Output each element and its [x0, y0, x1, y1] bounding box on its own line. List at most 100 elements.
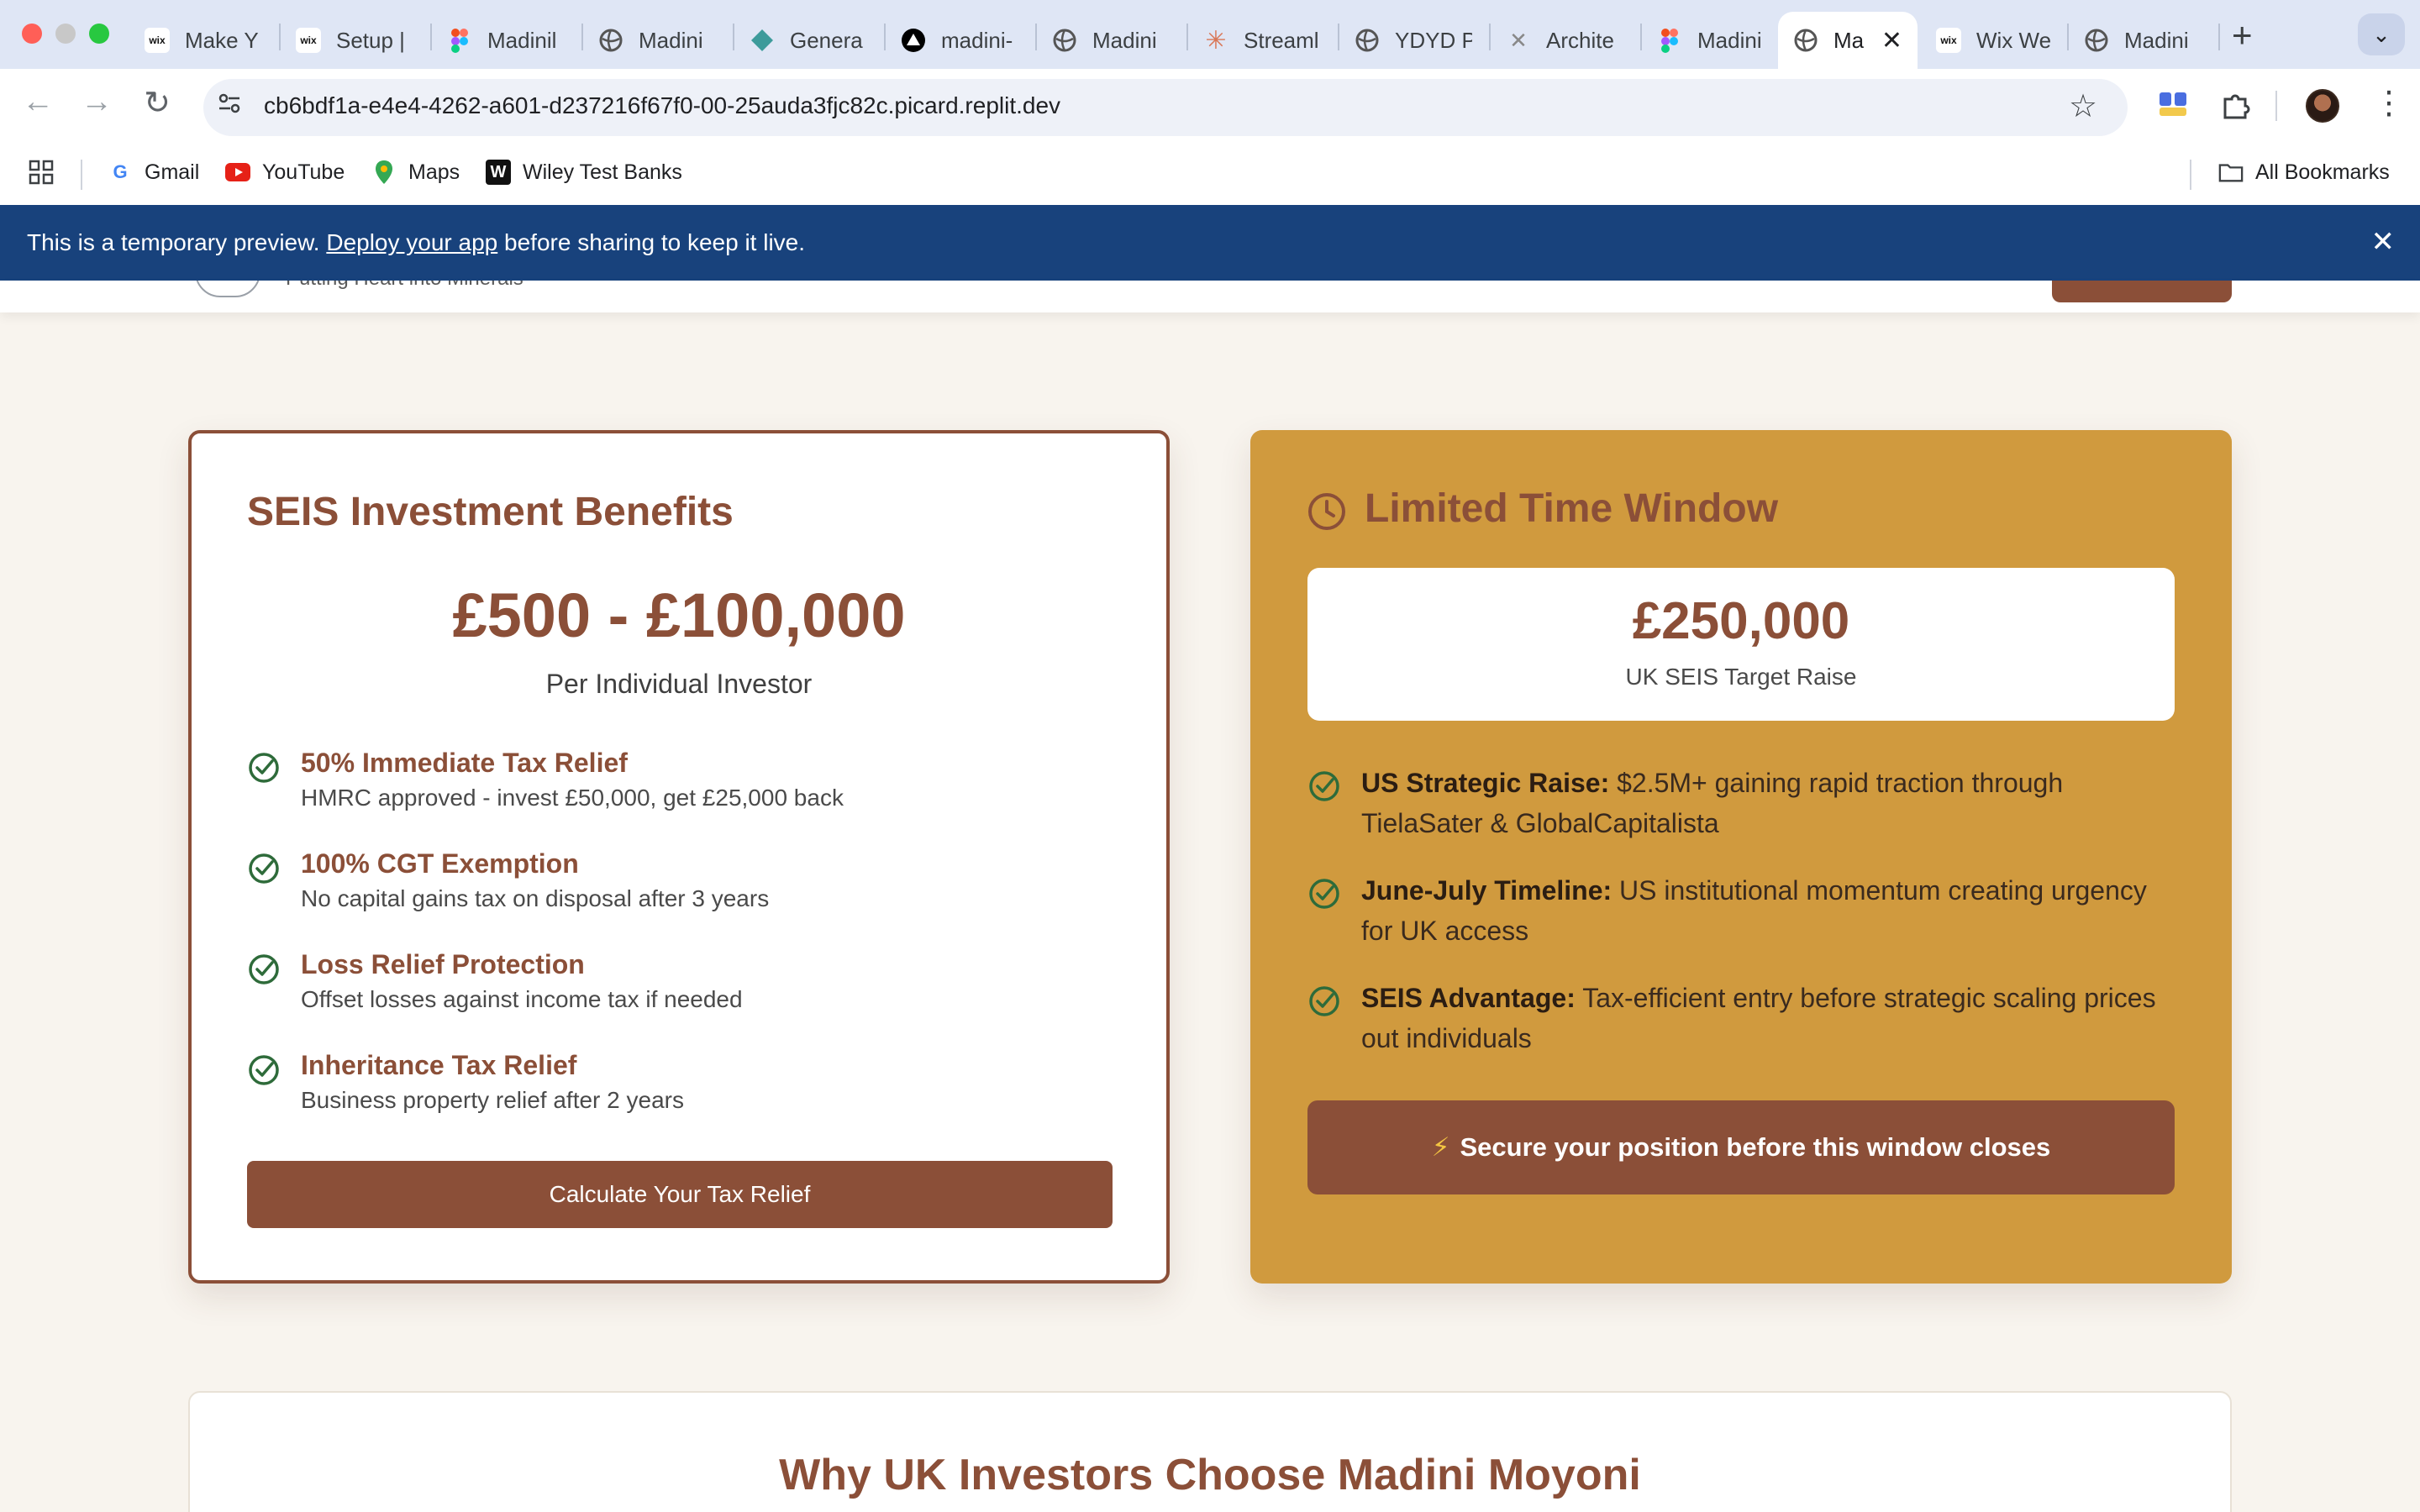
bookmark-star-icon[interactable]: ☆ — [2069, 87, 2097, 125]
browser-tab[interactable]: ✳ Streaml — [1188, 12, 1336, 69]
banner-text-prefix: This is a temporary preview. — [27, 229, 327, 255]
window-point-text: June-July Timeline: US institutional mom… — [1361, 870, 2185, 951]
check-circle-icon — [1307, 877, 1341, 915]
check-circle-icon — [247, 953, 281, 990]
wix-icon: wix — [296, 28, 321, 53]
bookmarks-divider — [81, 160, 82, 190]
bookmark-youtube[interactable]: YouTube — [225, 160, 345, 185]
browser-tab[interactable]: ✕ Archite — [1491, 12, 1639, 69]
new-tab-icon[interactable]: + — [2232, 15, 2253, 55]
browser-tab[interactable]: Madini — [583, 12, 731, 69]
browser-tab[interactable]: wix Setup | — [281, 12, 429, 69]
bookmark-wiley-test-banks[interactable]: W Wiley Test Banks — [486, 160, 682, 185]
vercel-icon — [901, 28, 926, 53]
profile-avatar[interactable] — [2306, 89, 2339, 123]
figma-icon — [447, 28, 472, 53]
benefit-title: 100% CGT Exemption — [301, 848, 579, 879]
minimize-window-button[interactable] — [55, 24, 76, 44]
arch-icon: ✕ — [1509, 27, 1528, 53]
why-investors-section: Why UK Investors Choose Madini Moyoni — [188, 1391, 2232, 1512]
browser-tab[interactable]: YDYD P — [1339, 12, 1487, 69]
globe-icon — [1355, 28, 1380, 53]
header-cta-button[interactable] — [2052, 281, 2232, 302]
wiley-icon: W — [486, 160, 511, 185]
all-bookmarks-folder[interactable]: All Bookmarks — [2218, 160, 2390, 185]
extension-icon[interactable] — [2156, 87, 2190, 121]
investment-range: £500 - £100,000 — [452, 580, 906, 650]
browser-tab[interactable]: Madinil — [432, 12, 580, 69]
seis-benefits-title: SEIS Investment Benefits — [247, 490, 734, 534]
apps-grid-icon[interactable] — [29, 160, 54, 185]
browser-tab[interactable]: madini- — [886, 12, 1034, 69]
url-text[interactable]: cb6bdf1a-e4e4-4262-a601-d237216f67f0-00-… — [264, 92, 1060, 119]
tab-separator — [2218, 24, 2220, 50]
wix-icon: wix — [1936, 28, 1961, 53]
bookmark-maps[interactable]: Maps — [371, 160, 460, 185]
globe-icon — [1793, 28, 1818, 53]
clock-icon — [1307, 492, 1346, 535]
browser-tab-active[interactable]: Ma ✕ — [1778, 12, 1918, 69]
sparkle-icon: ✳ — [1205, 26, 1227, 55]
benefit-title: Loss Relief Protection — [301, 949, 585, 979]
check-circle-icon — [247, 751, 281, 789]
browser-tab[interactable]: Madini — [1037, 12, 1185, 69]
why-investors-title: Why UK Investors Choose Madini Moyoni — [779, 1451, 1641, 1499]
benefit-title: 50% Immediate Tax Relief — [301, 748, 628, 778]
extensions-puzzle-icon[interactable] — [2218, 87, 2252, 121]
toolbar-divider — [2275, 91, 2277, 121]
benefit-description: Offset losses against income tax if need… — [301, 986, 743, 1012]
browser-menu-icon[interactable]: ⋮ — [2373, 84, 2405, 122]
tab-search-chevron-icon[interactable]: ⌄ — [2358, 13, 2405, 55]
google-icon: G — [113, 161, 128, 182]
reload-icon[interactable]: ↻ — [136, 84, 178, 122]
limited-time-title: Limited Time Window — [1365, 486, 1779, 531]
check-circle-icon — [247, 852, 281, 890]
window-point-label: June-July Timeline: — [1361, 875, 1612, 906]
window-point-label: SEIS Advantage: — [1361, 983, 1576, 1013]
window-point-text: US Strategic Raise: $2.5M+ gaining rapid… — [1361, 763, 2185, 843]
bookmarks-bar — [0, 144, 2420, 205]
benefit-description: No capital gains tax on disposal after 3… — [301, 885, 770, 911]
maps-icon — [371, 160, 397, 185]
bookmarks-divider — [2190, 160, 2191, 190]
site-settings-icon[interactable] — [217, 91, 242, 123]
youtube-icon — [225, 160, 250, 185]
seis-benefits-card: SEIS Investment Benefits £500 - £100,000… — [188, 430, 1170, 1284]
secure-position-button[interactable]: ⚡ Secure your position before this windo… — [1307, 1100, 2175, 1194]
banner-text-suffix: before sharing to keep it live. — [497, 229, 806, 255]
deploy-app-link[interactable]: Deploy your app — [326, 229, 497, 256]
secure-position-label: Secure your position before this window … — [1460, 1132, 2051, 1162]
back-arrow-icon[interactable]: ← — [17, 84, 59, 120]
check-circle-icon — [1307, 984, 1341, 1022]
check-circle-icon — [1307, 769, 1341, 807]
lightning-icon: ⚡ — [1431, 1132, 1450, 1162]
diamond-icon — [750, 28, 775, 53]
close-window-button[interactable] — [22, 24, 42, 44]
calculate-tax-relief-button[interactable]: Calculate Your Tax Relief — [247, 1161, 1113, 1228]
browser-tab[interactable]: wix Make Y — [129, 12, 277, 69]
benefit-description: HMRC approved - invest £50,000, get £25,… — [301, 785, 844, 811]
close-tab-icon[interactable]: ✕ — [1868, 26, 1902, 55]
bookmark-gmail[interactable]: G Gmail — [108, 160, 199, 185]
maximize-window-button[interactable] — [89, 24, 109, 44]
target-raise-box: £250,000 UK SEIS Target Raise — [1307, 568, 2175, 721]
globe-icon — [1052, 28, 1077, 53]
browser-tab[interactable]: Madinil — [1642, 12, 1776, 69]
site-tagline: Putting Heart into Minerals — [286, 281, 523, 291]
forward-arrow-icon[interactable]: → — [76, 84, 118, 120]
limited-time-window-card: Limited Time Window £250,000 UK SEIS Tar… — [1250, 430, 2232, 1284]
site-header: Putting Heart into Minerals — [0, 281, 2420, 312]
close-banner-icon[interactable]: ✕ — [2371, 225, 2396, 259]
target-raise-label: UK SEIS Target Raise — [1625, 664, 1857, 690]
company-logo[interactable] — [195, 281, 260, 297]
window-point-label: US Strategic Raise: — [1361, 768, 1610, 798]
benefit-description: Business property relief after 2 years — [301, 1087, 684, 1113]
investment-range-caption: Per Individual Investor — [545, 669, 813, 699]
browser-tab[interactable]: wix Wix We — [1921, 12, 2065, 69]
preview-banner: This is a temporary preview. Deploy your… — [0, 205, 2420, 281]
browser-tab[interactable]: Madini — [2069, 12, 2217, 69]
target-raise-amount: £250,000 — [1632, 592, 1850, 650]
globe-icon — [2084, 28, 2109, 53]
figma-icon — [1657, 28, 1682, 53]
browser-tab[interactable]: Genera — [734, 12, 882, 69]
